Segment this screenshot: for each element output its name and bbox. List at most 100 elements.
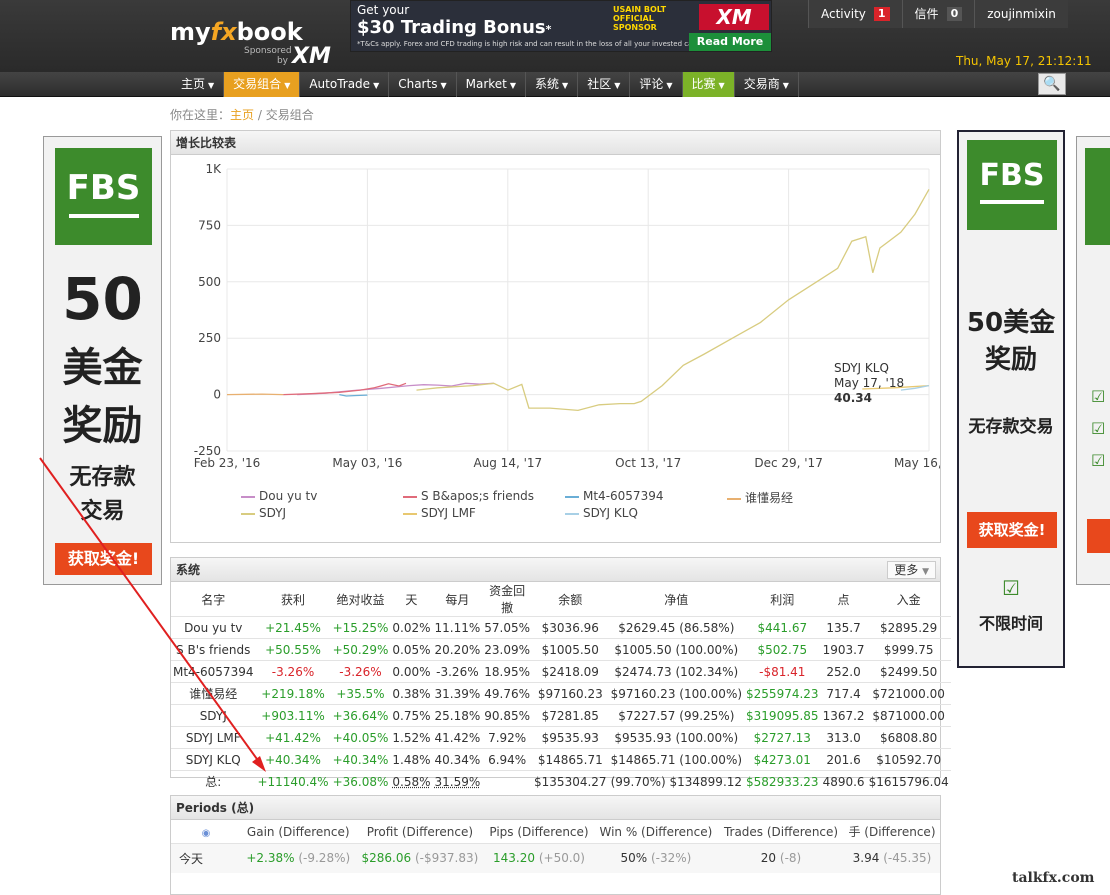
table-cell: $502.75: [744, 639, 821, 661]
table-cell: 1.48%: [390, 749, 432, 771]
fbs-ad-left[interactable]: FBS 50 美金 奖励 无存款 交易 获取奖金!: [43, 136, 162, 585]
x-tick-label: May 16, '18: [894, 456, 940, 470]
nav-systems[interactable]: 系统 ▼: [526, 72, 578, 97]
xm-banner-ad[interactable]: Get your $30 Trading Bonus* *T&Cs apply.…: [350, 0, 772, 52]
table-cell: +21.45%: [255, 617, 330, 639]
legend-item[interactable]: SDYJ KLQ: [565, 506, 638, 520]
table-row[interactable]: 谁懂易经 +219.18% +35.5% 0.38% 31.39% 49.76% $9716…: [171, 683, 951, 705]
system-name-link[interactable]: Mt4-6057394: [171, 661, 255, 683]
check-icon: ☑: [1091, 451, 1105, 470]
breadcrumb-home-link[interactable]: 主页: [230, 108, 254, 122]
more-dropdown[interactable]: 更多 ▼: [887, 561, 936, 579]
chevron-down-icon: ▼: [783, 81, 789, 90]
fbs-ad-right[interactable]: FBS 50美金 奖励 无存款交易 获取奖金! ☑ 不限时间: [957, 130, 1065, 668]
period-trades: 20 (-8): [718, 843, 844, 873]
legend-label: Dou yu tv: [259, 489, 317, 503]
period-win: 50% (-32%): [594, 843, 718, 873]
column-header[interactable]: 余额: [532, 582, 609, 617]
trades-diff: (-8): [780, 851, 801, 865]
system-name-link[interactable]: 谁懂易经: [171, 683, 255, 705]
table-cell: 1367.2: [821, 705, 867, 727]
table-cell: 135.7: [821, 617, 867, 639]
nav-contests[interactable]: 比赛 ▼: [683, 72, 735, 97]
lots-value: 3.94: [853, 851, 880, 865]
growth-comparison-panel: 增长比较表 1K 750 500 250 0 -250 Feb 23, '16 May 03…: [170, 130, 941, 543]
legend-item[interactable]: 谁懂易经: [727, 489, 793, 506]
nav-brokers[interactable]: 交易商 ▼: [735, 72, 799, 97]
series-line[interactable]: [227, 394, 283, 395]
column-header[interactable]: 资金回撤: [482, 582, 532, 617]
read-more-button[interactable]: Read More: [689, 33, 771, 51]
column-header[interactable]: 获利: [255, 582, 330, 617]
column-header[interactable]: 入金: [867, 582, 951, 617]
nav-portfolio[interactable]: 交易组合 ▼: [224, 72, 300, 97]
breadcrumb-prefix: 你在这里：: [170, 108, 230, 122]
legend-item[interactable]: Mt4-6057394: [565, 489, 663, 503]
ad-line3: 无存款交易: [959, 412, 1063, 437]
legend-item[interactable]: S B&apos;s friends: [403, 489, 534, 503]
table-row[interactable]: Mt4-6057394 -3.26% -3.26% 0.00% -3.26% 18.95%…: [171, 661, 951, 683]
column-header[interactable]: 净值: [609, 582, 744, 617]
table-row[interactable]: SDYJ +903.11% +36.64% 0.75% 25.18% 90.85% $728…: [171, 705, 951, 727]
top-bar: myfxbook Sponsored by XM Get your $30 Tr…: [0, 0, 1110, 72]
ad-line1: 美金: [44, 335, 161, 393]
system-name-link[interactable]: SDYJ LMF: [171, 727, 255, 749]
legend-item[interactable]: SDYJ LMF: [403, 506, 476, 520]
ad-cta-button[interactable]: [1087, 519, 1110, 553]
chevron-down-icon: ▼: [666, 81, 672, 90]
fbs-logo-text: FBS: [67, 168, 141, 208]
search-button[interactable]: 🔍: [1038, 73, 1066, 95]
legend-swatch: [727, 498, 741, 500]
system-name-link[interactable]: SDYJ: [171, 705, 255, 727]
table-cell: 25.18%: [433, 705, 483, 727]
series-line[interactable]: [283, 383, 406, 394]
system-name-link[interactable]: S B's friends: [171, 639, 255, 661]
fbs-ad-far-right[interactable]: ☑ ☑ ☑: [1076, 136, 1110, 585]
ad-cta-button[interactable]: 获取奖金!: [967, 512, 1057, 548]
nav-market[interactable]: Market ▼: [457, 72, 526, 97]
banner-asterisk: *: [546, 23, 552, 36]
table-cell: $1005.50 (100.00%): [609, 639, 744, 661]
info-icon[interactable]: ◉: [171, 821, 241, 843]
column-header[interactable]: 天: [390, 582, 432, 617]
table-row[interactable]: Dou yu tv +21.45% +15.25% 0.02% 11.11% 57.05%…: [171, 617, 951, 639]
table-row[interactable]: SDYJ KLQ +40.34% +40.34% 1.48% 40.34% 6.94% $1…: [171, 749, 951, 771]
table-cell: 41.42%: [433, 727, 483, 749]
check-icon: ☑: [1091, 419, 1105, 438]
table-cell: $14865.71 (100.00%): [609, 749, 744, 771]
trades-value: 20: [761, 851, 776, 865]
myfxbook-logo[interactable]: myfxbook: [170, 18, 303, 46]
mail-link[interactable]: 信件 0: [902, 0, 975, 28]
breadcrumb-current: 交易组合: [266, 108, 314, 122]
nav-community[interactable]: 社区 ▼: [578, 72, 630, 97]
ad-line1: 50美金: [959, 302, 1063, 339]
table-total-row: 总: +11140.4% +36.08% 0.58% 31.59% $135304.27(…: [171, 771, 951, 793]
column-header[interactable]: 利润: [744, 582, 821, 617]
activity-link[interactable]: Activity 1: [808, 0, 902, 28]
table-cell: $97160.23: [532, 683, 609, 705]
nav-autotrade[interactable]: AutoTrade ▼: [300, 72, 389, 97]
growth-chart[interactable]: 1K7505002500-250 Feb 23, '16 May 03, '16 A…: [171, 155, 940, 543]
system-name-link[interactable]: SDYJ KLQ: [171, 749, 255, 771]
table-row[interactable]: SDYJ LMF +41.42% +40.05% 1.52% 41.42% 7.92% $9…: [171, 727, 951, 749]
nav-reviews[interactable]: 评论 ▼: [630, 72, 682, 97]
username-link[interactable]: zoujinmixin: [974, 0, 1068, 28]
legend-item[interactable]: Dou yu tv: [241, 489, 317, 503]
table-cell: $7227.57 (99.25%): [609, 705, 744, 727]
column-header[interactable]: 点: [821, 582, 867, 617]
table-row[interactable]: S B's friends +50.55% +50.29% 0.05% 20.20% 23…: [171, 639, 951, 661]
chart-legend: Dou yu tv S B&apos;s friends Mt4-6057394…: [171, 487, 940, 527]
ad-amount: 50: [44, 265, 161, 333]
nav-home[interactable]: 主页 ▼: [172, 72, 224, 97]
column-header[interactable]: 每月: [433, 582, 483, 617]
xm-sponsor-logo[interactable]: XM: [292, 44, 331, 69]
system-name-link[interactable]: Dou yu tv: [171, 617, 255, 639]
column-header[interactable]: 名字: [171, 582, 255, 617]
ad-cta-button[interactable]: 获取奖金!: [55, 543, 152, 575]
legend-label: 谁懂易经: [745, 491, 793, 505]
nav-charts[interactable]: Charts ▼: [389, 72, 456, 97]
legend-item[interactable]: SDYJ: [241, 506, 286, 520]
table-cell: 1.52%: [390, 727, 432, 749]
column-header[interactable]: 绝对收益: [331, 582, 391, 617]
total-cell: 0.58%: [390, 771, 432, 793]
